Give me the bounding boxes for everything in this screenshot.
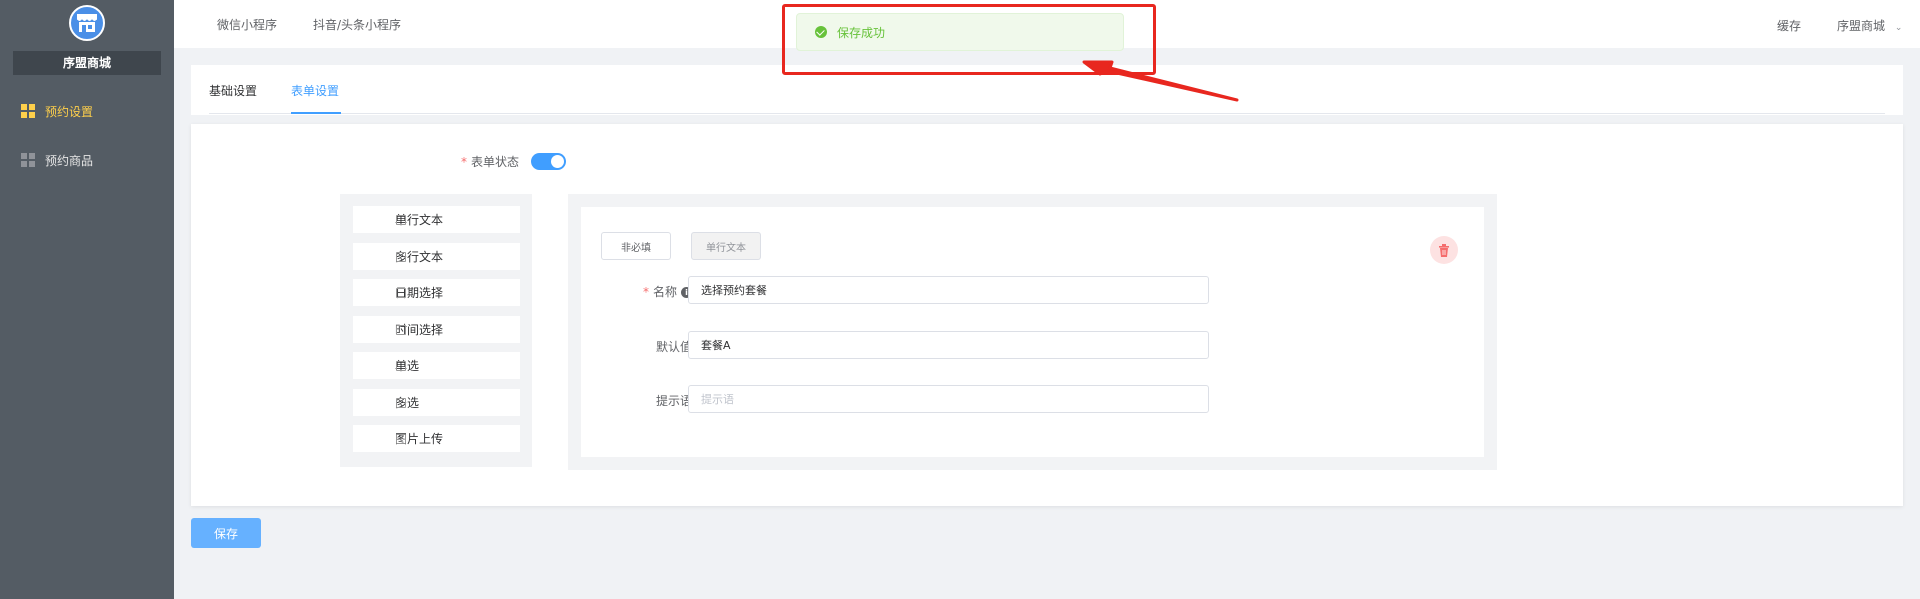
annotation-arrow [1082, 60, 1239, 102]
